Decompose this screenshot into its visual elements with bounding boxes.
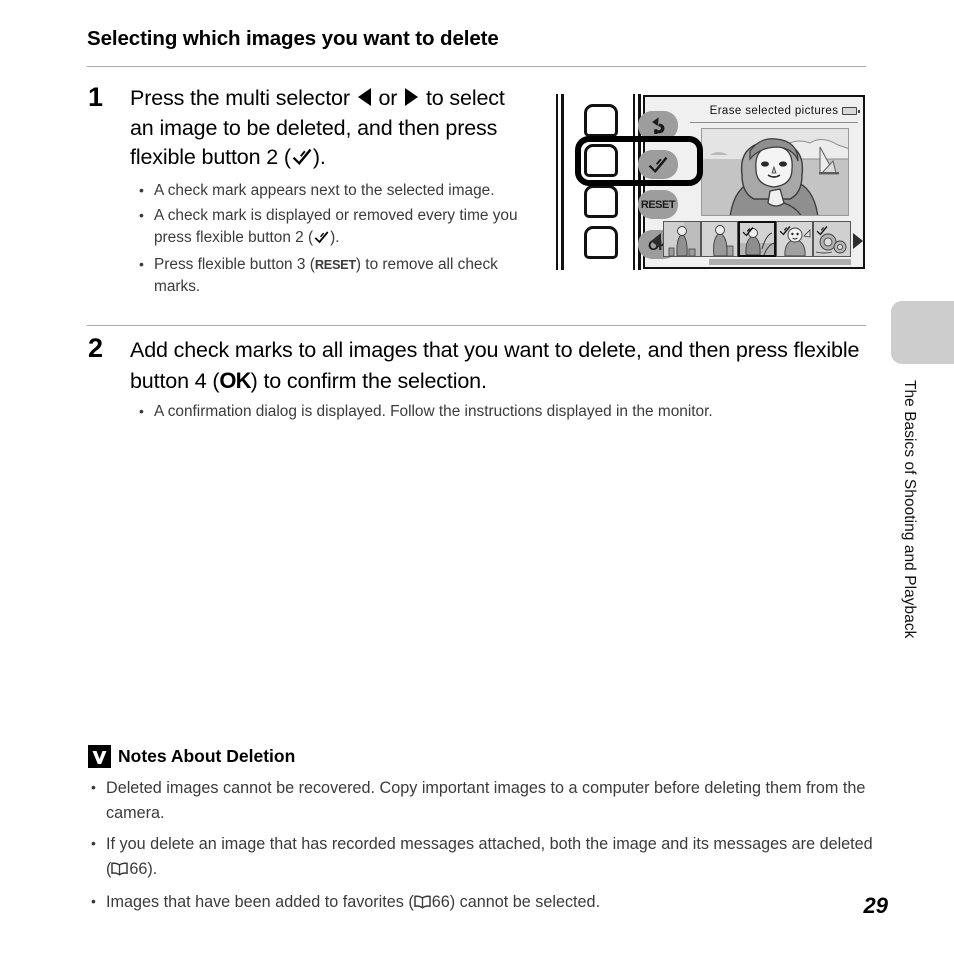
monitor-title: Erase selected pictures <box>709 105 839 117</box>
reset-button-label-icon: RESET <box>314 256 356 272</box>
list-item: If you delete an image that has recorded… <box>88 831 874 884</box>
step-1-text-b: or <box>372 86 404 110</box>
ok-button-label-icon: OK <box>219 367 251 393</box>
flexible-button-2-highlight-callout <box>575 136 703 186</box>
multi-selector-right-icon <box>405 88 419 106</box>
monitor-title-underline <box>690 122 858 123</box>
camera-illustration: RESET OK Erase selected pictures <box>553 92 868 272</box>
page-title: Selecting which images you want to delet… <box>87 27 499 50</box>
note-text-tail: ) cannot be selected. <box>449 893 601 911</box>
thumbnail-check-icon <box>816 223 828 241</box>
note-text-tail: ). <box>147 860 158 878</box>
list-item: Images that have been added to favorites… <box>88 889 874 917</box>
step-1-text-d: ). <box>312 145 326 170</box>
preview-photo <box>701 128 849 216</box>
step-1-bullet-list: A check mark appears next to the selecte… <box>134 179 534 301</box>
step-2-text-b: ) to confirm the selection. <box>250 368 487 393</box>
flexible-button-3[interactable] <box>584 185 618 218</box>
divider-middle <box>87 325 866 326</box>
thumbnail-check-icon <box>779 223 791 241</box>
page-reference-book-icon <box>414 892 431 917</box>
camera-body-edge-line <box>556 94 558 270</box>
step-2-text: Add check marks to all images that you w… <box>130 336 875 396</box>
flexible-button-4[interactable] <box>584 226 618 259</box>
check-mark-icon <box>292 145 312 175</box>
step-1-text: Press the multi selector or to select an… <box>130 84 530 175</box>
filmstrip-previous-arrow-icon[interactable] <box>651 233 661 249</box>
scrollbar-thumb[interactable] <box>663 259 709 265</box>
filmstrip-next-arrow-icon[interactable] <box>853 233 863 249</box>
bullet-text: A check mark appears next to the selecte… <box>154 182 495 199</box>
bullet-text: A confirmation dialog is displayed. Foll… <box>154 403 713 420</box>
divider-top <box>87 66 866 67</box>
notes-list: Deleted images cannot be recovered. Copy… <box>88 775 874 923</box>
list-item: A confirmation dialog is displayed. Foll… <box>134 400 864 424</box>
thumbnail-2[interactable] <box>700 221 739 257</box>
manual-page: Selecting which images you want to delet… <box>0 0 954 954</box>
bullet-text-tail: ). <box>330 229 340 246</box>
thumbnail-3[interactable] <box>738 221 776 257</box>
thumbnail-1[interactable] <box>663 221 701 257</box>
bullet-text: Press flexible button 3 ( <box>154 255 315 273</box>
reset-icon-label: RESET <box>640 198 676 211</box>
scrollbar-track[interactable] <box>663 259 851 265</box>
list-item: A check mark is displayed or removed eve… <box>134 204 534 252</box>
note-page-number: 66 <box>431 893 450 911</box>
page-number: 29 <box>863 893 888 918</box>
camera-body-edge-line <box>561 94 564 270</box>
step-1-text-a: Press the multi selector <box>130 86 356 110</box>
chapter-tab <box>891 301 954 364</box>
list-item: A check mark appears next to the selecte… <box>134 179 534 203</box>
note-page-number: 66 <box>129 860 148 878</box>
thumbnail-4[interactable] <box>775 221 814 257</box>
chapter-tab-label: The Basics of Shooting and Playback <box>901 380 918 639</box>
caution-icon <box>88 745 111 768</box>
page-reference-book-icon <box>111 859 129 884</box>
thumbnail-5[interactable] <box>813 221 851 257</box>
step-2-bullet-list: A confirmation dialog is displayed. Foll… <box>134 400 864 426</box>
multi-selector-left-icon <box>357 88 371 106</box>
note-text: Images that have been added to favorites… <box>106 893 414 911</box>
note-text: If you delete an image that has recorded… <box>106 835 873 878</box>
notes-heading: Notes About Deletion <box>118 746 296 766</box>
flexible-button-1[interactable] <box>584 104 618 137</box>
thumbnail-filmstrip[interactable] <box>663 221 851 257</box>
list-item: Deleted images cannot be recovered. Copy… <box>88 775 874 826</box>
reset-icon[interactable]: RESET <box>638 190 678 219</box>
check-mark-icon <box>314 229 329 252</box>
note-text: Deleted images cannot be recovered. Copy… <box>106 779 866 822</box>
step-1-number: 1 <box>88 82 104 112</box>
battery-icon <box>842 107 860 115</box>
list-item: Press flexible button 3 (RESET) to remov… <box>134 253 534 299</box>
step-2-number: 2 <box>88 333 104 363</box>
thumbnail-check-icon <box>742 224 754 242</box>
